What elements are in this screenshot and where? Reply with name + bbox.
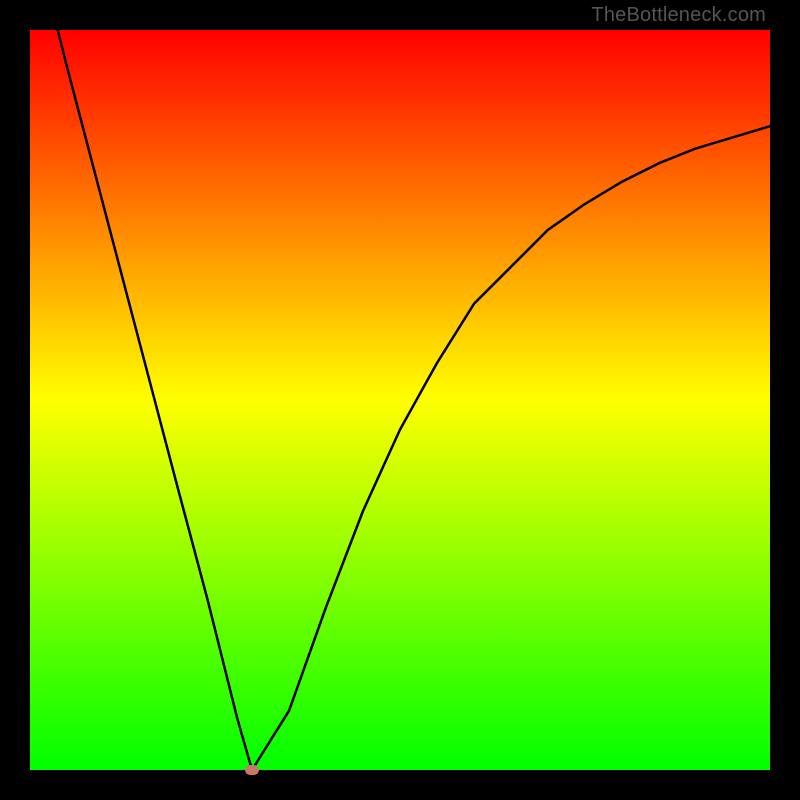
watermark-text: TheBottleneck.com	[591, 4, 766, 27]
minimum-marker	[245, 765, 259, 775]
chart-frame: TheBottleneck.com	[0, 0, 800, 800]
bottleneck-curve	[30, 30, 770, 770]
plot-area	[30, 30, 770, 770]
